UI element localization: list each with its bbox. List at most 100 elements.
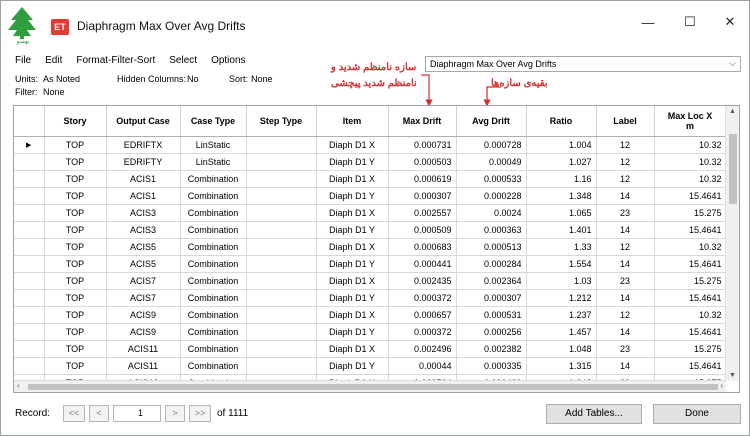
next-record-button[interactable]: > — [165, 405, 185, 422]
cell-ratio: 1.065 — [526, 204, 597, 222]
minimize-button[interactable]: — — [631, 11, 665, 33]
menu-file[interactable]: File — [15, 55, 31, 66]
table-row[interactable]: TOP ACIS11 Combination Diaph D1 X 0.002496 0.… — [14, 340, 726, 358]
vertical-scrollbar[interactable]: ▲ ▼ — [725, 106, 739, 381]
cell-max-loc-x: 15.275 — [654, 204, 726, 222]
column-header-story[interactable]: Story — [44, 106, 107, 137]
row-selector-icon[interactable] — [14, 255, 45, 273]
row-selector-icon[interactable] — [14, 323, 45, 341]
cell-max-drift: 0.000731 — [388, 136, 457, 154]
cell-avg-drift: 0.000228 — [456, 187, 527, 205]
last-record-button[interactable]: >> — [189, 405, 211, 422]
cell-item: Diaph D1 Y — [316, 323, 389, 341]
table-row[interactable]: TOP ACIS3 Combination Diaph D1 X 0.002557 0.0… — [14, 204, 726, 222]
cell-label: 12 — [596, 306, 655, 324]
row-selector-icon[interactable] — [14, 289, 45, 307]
cell-output-case: ACIS9 — [106, 306, 181, 324]
table-row[interactable]: TOP ACIS7 Combination Diaph D1 X 0.002435 0.0… — [14, 272, 726, 290]
cell-story: TOP — [44, 340, 107, 358]
row-selector-icon[interactable] — [14, 238, 45, 256]
cell-item: Diaph D1 Y — [316, 289, 389, 307]
cell-max-loc-x: 10.32 — [654, 238, 726, 256]
table-row[interactable]: TOP ACIS5 Combination Diaph D1 Y 0.000441 0.0… — [14, 255, 726, 273]
table-row[interactable]: TOP ACIS9 Combination Diaph D1 Y 0.000372 0.0… — [14, 323, 726, 341]
column-header-max-drift[interactable]: Max Drift — [388, 106, 457, 137]
done-button[interactable]: Done — [653, 404, 741, 424]
menu-format-filter-sort[interactable]: Format-Filter-Sort — [76, 55, 155, 66]
cell-label: 12 — [596, 238, 655, 256]
cell-output-case: ACIS5 — [106, 255, 181, 273]
results-grid: Story Output Case Case Type Step Type It… — [13, 105, 740, 393]
record-number-input[interactable]: 1 — [113, 405, 161, 422]
cell-step-type — [246, 255, 317, 273]
table-row[interactable]: TOP ACIS1 Combination Diaph D1 Y 0.000307 0.0… — [14, 187, 726, 205]
close-button[interactable]: ✕ — [713, 11, 747, 33]
row-selector-icon[interactable] — [14, 204, 45, 222]
cell-ratio: 1.03 — [526, 272, 597, 290]
row-selector-icon[interactable] — [14, 357, 45, 375]
cell-story: TOP — [44, 238, 107, 256]
cell-ratio: 1.048 — [526, 340, 597, 358]
table-row[interactable]: TOP ACIS7 Combination Diaph D1 Y 0.000372 0.0… — [14, 289, 726, 307]
row-selector-icon[interactable] — [14, 170, 45, 188]
cell-item: Diaph D1 X — [316, 272, 389, 290]
cell-avg-drift: 0.000363 — [456, 221, 527, 239]
previous-record-button[interactable]: < — [89, 405, 109, 422]
add-tables-button[interactable]: Add Tables... — [546, 404, 642, 424]
cell-output-case: ACIS1 — [106, 170, 181, 188]
column-header-label[interactable]: Label — [596, 106, 655, 137]
table-row[interactable]: TOP ACIS3 Combination Diaph D1 Y 0.000509 0.0… — [14, 221, 726, 239]
column-header-max-loc-x[interactable]: Max Loc X m — [654, 106, 726, 137]
column-header-selector[interactable] — [14, 106, 45, 137]
cell-step-type — [246, 170, 317, 188]
row-selector-icon[interactable] — [14, 153, 45, 171]
column-header-item[interactable]: Item — [316, 106, 389, 137]
cell-case-type: Combination — [180, 272, 247, 290]
menu-edit[interactable]: Edit — [45, 55, 62, 66]
cell-ratio: 1.401 — [526, 221, 597, 239]
vertical-scroll-thumb[interactable] — [729, 134, 737, 204]
table-row[interactable]: TOP EDRIFTY LinStatic Diaph D1 Y 0.000503 0.0… — [14, 153, 726, 171]
cell-label: 23 — [596, 204, 655, 222]
table-row[interactable]: TOP ACIS5 Combination Diaph D1 X 0.000683 0.0… — [14, 238, 726, 256]
row-selector-icon[interactable] — [14, 306, 45, 324]
cell-output-case: ACIS5 — [106, 238, 181, 256]
column-header-case-type[interactable]: Case Type — [180, 106, 247, 137]
scroll-right-icon[interactable]: › — [720, 381, 723, 390]
table-row[interactable]: TOP ACIS1 Combination Diaph D1 X 0.000619 0.0… — [14, 170, 726, 188]
cell-case-type: Combination — [180, 187, 247, 205]
column-header-step-type[interactable]: Step Type — [246, 106, 317, 137]
table-selector-dropdown[interactable]: Diaphragm Max Over Avg Drifts ⌵ — [425, 56, 741, 72]
row-selector-icon[interactable] — [14, 272, 45, 290]
menu-select[interactable]: Select — [169, 55, 197, 66]
row-selector-icon[interactable] — [14, 340, 45, 358]
table-row[interactable]: TOP ACIS11 Combination Diaph D1 Y 0.00044 0.0… — [14, 357, 726, 375]
scroll-up-icon[interactable]: ▲ — [729, 108, 736, 115]
horizontal-scrollbar[interactable]: ‹ › — [14, 380, 726, 392]
table-row[interactable]: ▶ TOP EDRIFTX LinStatic Diaph D1 X 0.000731 0.… — [14, 136, 726, 154]
cell-max-loc-x: 15.4641 — [654, 289, 726, 307]
cell-story: TOP — [44, 204, 107, 222]
table-row[interactable]: TOP ACIS9 Combination Diaph D1 X 0.000657 0.0… — [14, 306, 726, 324]
column-header-ratio[interactable]: Ratio — [526, 106, 597, 137]
row-selector-icon[interactable] — [14, 187, 45, 205]
cell-output-case: ACIS11 — [106, 357, 181, 375]
first-record-button[interactable]: << — [63, 405, 85, 422]
row-selector-icon[interactable] — [14, 221, 45, 239]
company-logo: بهسو — [5, 5, 39, 45]
cell-max-drift: 0.000441 — [388, 255, 457, 273]
column-header-output-case[interactable]: Output Case — [106, 106, 181, 137]
scroll-down-icon[interactable]: ▼ — [729, 372, 736, 379]
column-header-avg-drift[interactable]: Avg Drift — [456, 106, 527, 137]
menu-options[interactable]: Options — [211, 55, 245, 66]
sort-label: Sort: — [229, 74, 249, 84]
cell-label: 12 — [596, 170, 655, 188]
logo-caption: بهسو — [16, 39, 30, 45]
maximize-button[interactable]: ☐ — [673, 11, 707, 33]
horizontal-scroll-thumb[interactable] — [28, 384, 718, 390]
cell-max-drift: 0.000619 — [388, 170, 457, 188]
table-selector-value: Diaphragm Max Over Avg Drifts — [430, 59, 557, 69]
row-selector-icon[interactable]: ▶ — [14, 136, 45, 154]
scroll-left-icon[interactable]: ‹ — [17, 381, 20, 390]
annotation-avg-drift: بقیه‌ی سازه‌ها — [491, 78, 548, 89]
